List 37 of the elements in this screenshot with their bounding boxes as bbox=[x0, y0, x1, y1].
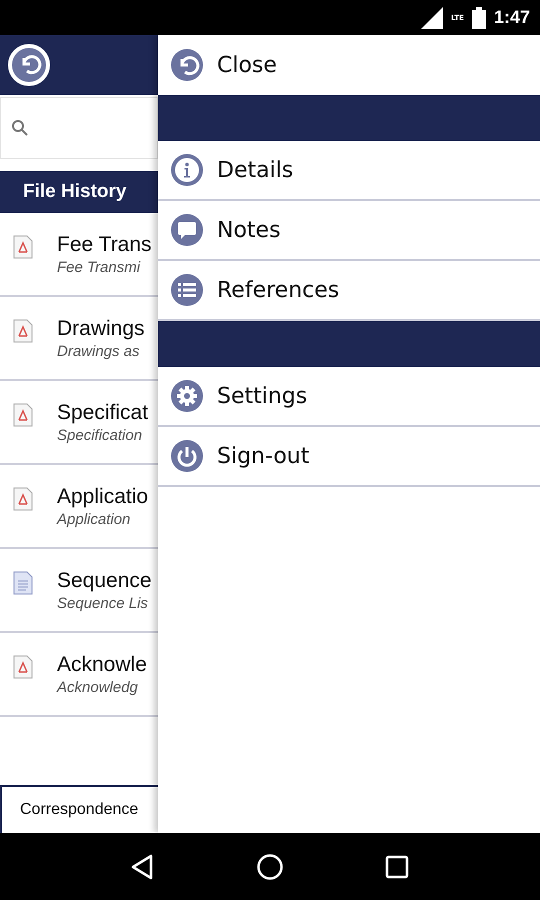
document-icon bbox=[13, 571, 33, 595]
document-subtitle: Acknowledg bbox=[57, 679, 139, 696]
menu-item[interactable]: Close bbox=[158, 35, 540, 95]
info-icon bbox=[171, 154, 203, 186]
pdf-file-icon bbox=[13, 655, 33, 679]
document-subtitle: Application bbox=[57, 511, 132, 528]
search-icon bbox=[11, 119, 29, 137]
tab[interactable]: File History bbox=[0, 171, 158, 213]
document-title[interactable]: Fee Trans bbox=[57, 233, 152, 257]
document-title[interactable]: Drawings bbox=[57, 317, 145, 341]
speech-bubble-icon bbox=[171, 214, 203, 246]
tab[interactable]: Correspondence bbox=[0, 785, 158, 833]
menu-item[interactable]: Details bbox=[158, 141, 540, 201]
document-title[interactable]: Specificat bbox=[57, 401, 148, 425]
menu-item[interactable]: Settings bbox=[158, 367, 540, 427]
list-icon bbox=[171, 274, 203, 306]
document-subtitle: Fee Transmi bbox=[57, 259, 142, 276]
document-title[interactable]: Sequence bbox=[57, 569, 152, 593]
menu-item[interactable]: Notes bbox=[158, 201, 540, 261]
clock-time: 1:47 bbox=[494, 7, 530, 28]
menu-item[interactable]: Sign-out bbox=[158, 427, 540, 487]
search-field[interactable] bbox=[0, 97, 158, 159]
document-subtitle: Drawings as bbox=[57, 343, 141, 360]
home-icon[interactable] bbox=[256, 852, 284, 880]
document-title[interactable]: Acknowle bbox=[57, 653, 147, 677]
pdf-file-icon bbox=[13, 319, 33, 343]
back-icon[interactable] bbox=[8, 44, 50, 86]
document-subtitle: Specification bbox=[57, 427, 144, 444]
document-subtitle: Sequence Lis bbox=[57, 595, 149, 612]
battery-icon bbox=[472, 6, 486, 28]
pdf-file-icon bbox=[13, 403, 33, 427]
document-title[interactable]: Applicatio bbox=[57, 485, 148, 509]
settings-icon bbox=[171, 380, 203, 412]
power-icon bbox=[171, 440, 203, 472]
pdf-file-icon bbox=[13, 235, 33, 259]
close-icon bbox=[171, 49, 203, 81]
pdf-file-icon bbox=[13, 487, 33, 511]
